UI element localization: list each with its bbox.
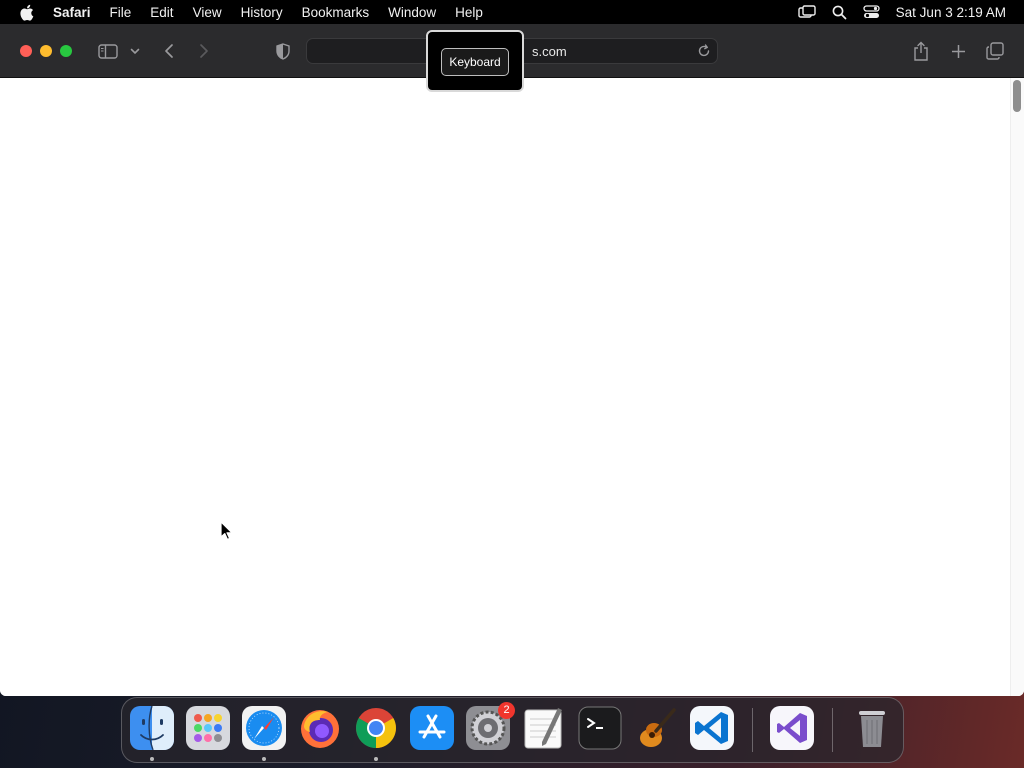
dock-visual-studio-icon[interactable] xyxy=(770,706,814,750)
finder-running-indicator xyxy=(150,757,154,761)
menu-bookmarks[interactable]: Bookmarks xyxy=(302,5,370,20)
menu-bar: Safari File Edit View History Bookmarks … xyxy=(0,0,1024,24)
safari-window: s.com xyxy=(0,24,1024,696)
menu-view[interactable]: View xyxy=(193,5,222,20)
reload-icon[interactable] xyxy=(697,44,711,63)
dock-launchpad-icon[interactable] xyxy=(186,706,230,750)
menu-app-safari[interactable]: Safari xyxy=(53,5,91,20)
dock: 2 xyxy=(121,697,904,763)
dock-vscode-icon[interactable] xyxy=(690,706,734,750)
sidebar-icon[interactable] xyxy=(97,40,119,62)
dock-separator xyxy=(752,708,753,752)
control-center-icon[interactable] xyxy=(863,5,880,19)
scrollbar-thumb[interactable] xyxy=(1013,80,1021,112)
menu-history[interactable]: History xyxy=(241,5,283,20)
dock-garageband-icon[interactable] xyxy=(634,706,678,750)
menu-help[interactable]: Help xyxy=(455,5,483,20)
close-window-button[interactable] xyxy=(20,45,32,57)
chrome-running-indicator xyxy=(374,757,378,761)
dock-chrome-icon[interactable] xyxy=(354,706,398,750)
menu-bar-clock[interactable]: Sat Jun 3 2:19 AM xyxy=(896,5,1006,20)
forward-icon[interactable] xyxy=(196,40,212,62)
dock-separator-trash xyxy=(832,708,833,752)
dock-terminal-icon[interactable] xyxy=(578,706,622,750)
keyboard-button[interactable]: Keyboard xyxy=(441,48,509,76)
apple-logo-icon[interactable] xyxy=(19,4,36,21)
tab-overview-icon[interactable] xyxy=(985,40,1005,62)
menu-window[interactable]: Window xyxy=(388,5,436,20)
back-icon[interactable] xyxy=(161,40,177,62)
dock-trash-icon[interactable] xyxy=(850,706,894,750)
new-tab-icon[interactable] xyxy=(948,40,968,62)
menu-edit[interactable]: Edit xyxy=(150,5,173,20)
keyboard-popover: Keyboard xyxy=(426,30,524,92)
minimize-window-button[interactable] xyxy=(40,45,52,57)
share-icon[interactable] xyxy=(911,40,931,62)
system-settings-badge: 2 xyxy=(498,702,515,719)
privacy-shield-icon[interactable] xyxy=(274,40,292,62)
dock-app-store-icon[interactable] xyxy=(410,706,454,750)
menu-file[interactable]: File xyxy=(110,5,132,20)
dock-textedit-icon[interactable] xyxy=(522,706,566,750)
address-url-text: s.com xyxy=(532,44,567,59)
safari-running-indicator xyxy=(262,757,266,761)
spotlight-search-icon[interactable] xyxy=(832,5,847,20)
web-page-content[interactable] xyxy=(0,78,1024,696)
zoom-window-button[interactable] xyxy=(60,45,72,57)
mouse-pointer-icon xyxy=(220,521,234,546)
dock-firefox-icon[interactable] xyxy=(298,706,342,750)
dock-finder-icon[interactable] xyxy=(130,705,174,751)
screen-mirroring-icon[interactable] xyxy=(797,5,816,19)
chevron-down-icon[interactable] xyxy=(129,40,141,62)
scrollbar-track[interactable] xyxy=(1010,78,1024,696)
dock-safari-icon[interactable] xyxy=(242,706,286,750)
